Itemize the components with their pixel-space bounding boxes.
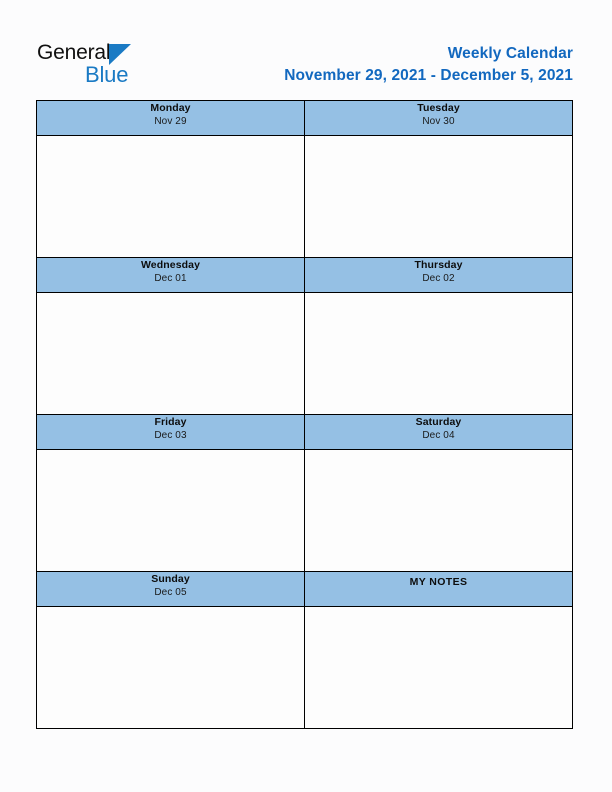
- day-cell-wednesday[interactable]: [36, 292, 305, 415]
- day-date-label: Nov 29: [154, 116, 187, 127]
- day-cell-tuesday[interactable]: [304, 135, 573, 258]
- calendar-header-row: Friday Dec 03 Saturday Dec 04: [36, 414, 573, 450]
- day-date-label: Dec 01: [154, 273, 187, 284]
- notes-cell[interactable]: [304, 606, 573, 729]
- day-name-label: Wednesday: [140, 259, 201, 271]
- day-header-thursday: Thursday Dec 02: [304, 257, 573, 293]
- masthead: General Blue Weekly Calendar November 29…: [0, 0, 612, 96]
- day-name-label: Thursday: [414, 259, 463, 271]
- calendar-body-row: [36, 449, 573, 572]
- calendar-body-row: [36, 292, 573, 415]
- day-header-wednesday: Wednesday Dec 01: [36, 257, 305, 293]
- day-name-label: Saturday: [415, 416, 462, 428]
- day-cell-saturday[interactable]: [304, 449, 573, 572]
- day-cell-sunday[interactable]: [36, 606, 305, 729]
- calendar-header-row: Wednesday Dec 01 Thursday Dec 02: [36, 257, 573, 293]
- day-cell-friday[interactable]: [36, 449, 305, 572]
- general-blue-logo: General Blue: [37, 40, 167, 90]
- day-cell-monday[interactable]: [36, 135, 305, 258]
- day-cell-thursday[interactable]: [304, 292, 573, 415]
- calendar-header-row: Monday Nov 29 Tuesday Nov 30: [36, 100, 573, 136]
- weekly-calendar-grid: Monday Nov 29 Tuesday Nov 30 Wednesday D…: [36, 100, 573, 729]
- day-name-label: Tuesday: [417, 102, 460, 114]
- page-title: Weekly Calendar: [447, 45, 573, 62]
- day-header-tuesday: Tuesday Nov 30: [304, 100, 573, 136]
- calendar-title-block: Weekly Calendar November 29, 2021 - Dece…: [284, 44, 573, 87]
- day-header-monday: Monday Nov 29: [36, 100, 305, 136]
- day-date-label: Dec 05: [154, 587, 187, 598]
- logo-text-blue: Blue: [85, 62, 129, 87]
- day-header-friday: Friday Dec 03: [36, 414, 305, 450]
- day-date-label: Dec 02: [422, 273, 455, 284]
- notes-header: MY NOTES: [304, 571, 573, 607]
- day-name-label: Friday: [154, 416, 187, 428]
- calendar-body-row: [36, 135, 573, 258]
- calendar-body-row: [36, 606, 573, 729]
- day-name-label: Sunday: [151, 573, 190, 585]
- day-header-saturday: Saturday Dec 04: [304, 414, 573, 450]
- notes-label: MY NOTES: [409, 576, 468, 588]
- day-date-label: Dec 04: [422, 430, 455, 441]
- day-name-label: Monday: [150, 102, 191, 114]
- date-range: November 29, 2021 - December 5, 2021: [284, 67, 573, 84]
- calendar-header-row: Sunday Dec 05 MY NOTES: [36, 571, 573, 607]
- day-date-label: Dec 03: [154, 430, 187, 441]
- day-date-label: Nov 30: [422, 116, 455, 127]
- day-header-sunday: Sunday Dec 05: [36, 571, 305, 607]
